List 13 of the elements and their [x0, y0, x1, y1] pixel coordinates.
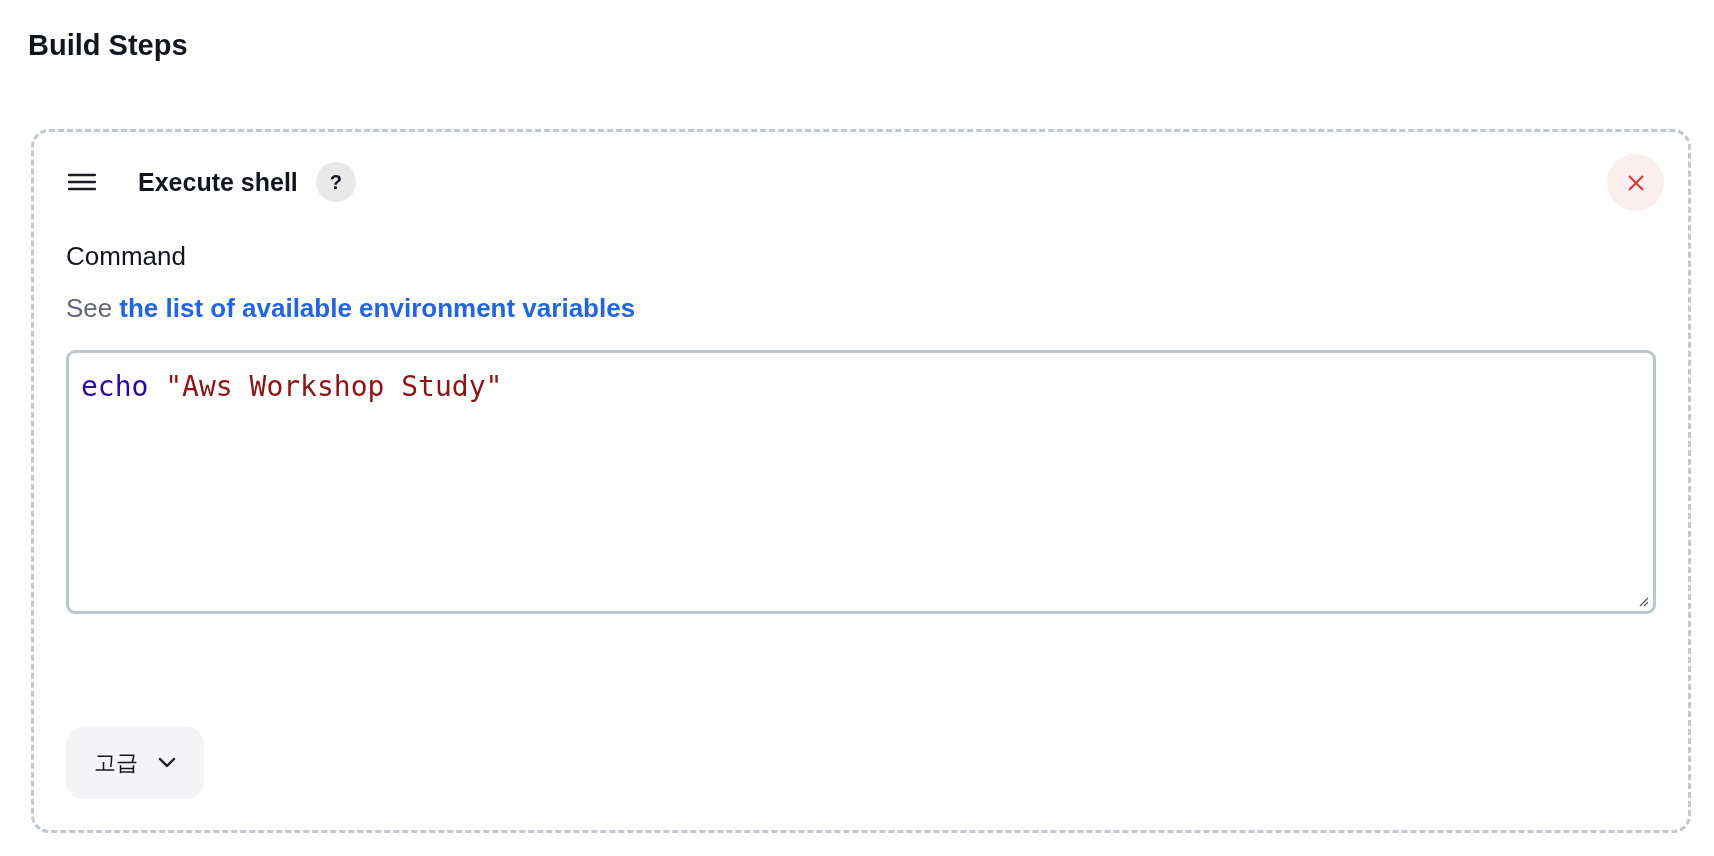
chevron-icon: [158, 757, 176, 769]
advanced-button[interactable]: 고급: [66, 727, 204, 799]
close-icon: [1626, 173, 1645, 192]
field-label: Command: [66, 240, 187, 273]
step-title: Execute shell: [138, 167, 298, 197]
command-field[interactable]: echo "Aws Workshop Study": [66, 350, 1656, 614]
hint-text: See: [66, 293, 113, 323]
section-title: Build Steps: [28, 28, 189, 63]
help-button[interactable]: ?: [315, 162, 356, 202]
drag-handle-icon[interactable]: [68, 173, 96, 191]
code-line: echo "Aws Workshop Study": [81, 369, 504, 405]
environment-variables-link[interactable]: the list of available environment variables: [119, 293, 636, 323]
resize-grip-icon[interactable]: [1637, 595, 1649, 607]
